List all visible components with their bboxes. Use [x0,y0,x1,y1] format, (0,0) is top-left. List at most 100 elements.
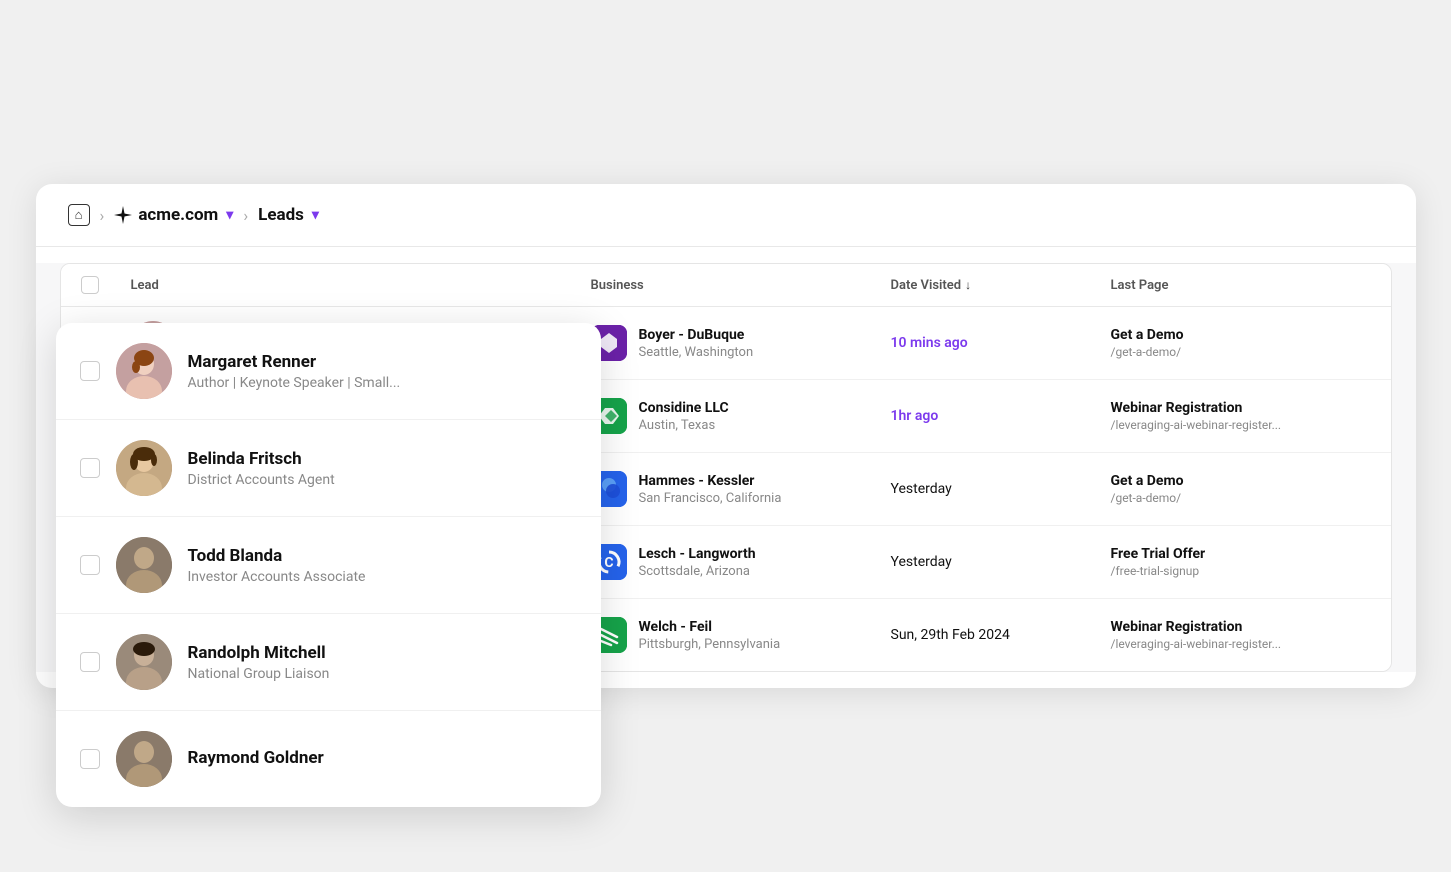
popup-avatar [116,343,172,399]
header-business-label: Business [591,278,644,293]
sort-icon: ↓ [965,278,971,292]
popup-lead-name: Randolph Mitchell [188,643,330,663]
leads-chevron[interactable]: ▾ [312,207,319,223]
popup-lead-info: Todd Blanda Investor Accounts Associate [188,546,366,585]
last-page-cell: Free Trial Offer /free-trial-signup [1111,546,1371,578]
date-visited: Yesterday [891,554,1111,570]
popup-checkbox[interactable] [80,749,100,769]
last-page-cell: Get a Demo /get-a-demo/ [1111,473,1371,505]
popup-lead-title: National Group Liaison [188,666,330,682]
header-last-page: Last Page [1111,276,1371,294]
business-name: Boyer - DuBuque [639,327,754,343]
popup-checkbox[interactable] [80,458,100,478]
popup-avatar-image [116,634,172,690]
header-lead: Lead [131,276,591,294]
date-visited: 10 mins ago [891,335,1111,351]
home-icon[interactable]: ⌂ [68,204,90,226]
select-all-checkbox[interactable] [81,276,99,294]
date-visited: Yesterday [891,481,1111,497]
popup-avatar [116,634,172,690]
popup-lead-name: Raymond Goldner [188,748,324,768]
last-page-title: Free Trial Offer [1111,546,1371,562]
popup-checkbox[interactable] [80,652,100,672]
popup-avatar-image [116,343,172,399]
separator-2: › [243,206,248,225]
business-name: Considine LLC [639,400,729,416]
header-lead-label: Lead [131,278,159,293]
last-page-url: /free-trial-signup [1111,564,1371,578]
brand-label: acme.com [138,205,218,225]
popup-lead-title: Author | Keynote Speaker | Small... [188,375,401,391]
last-page-cell: Get a Demo /get-a-demo/ [1111,327,1371,359]
popup-card: Margaret Renner Author | Keynote Speaker… [56,323,601,807]
popup-lead-name: Margaret Renner [188,352,401,372]
business-name: Hammes - Kessler [639,473,782,489]
popup-lead-info: Raymond Goldner [188,748,324,771]
business-info: Boyer - DuBuque Seattle, Washington [639,327,754,360]
last-page-title: Webinar Registration [1111,619,1371,635]
breadcrumb: ⌂ › acme.com ▾ › Leads ▾ [36,184,1416,247]
popup-avatar-image [116,440,172,496]
brand-breadcrumb[interactable]: acme.com ▾ [114,205,233,225]
business-name: Welch - Feil [639,619,781,635]
separator-1: › [100,206,105,225]
business-location: San Francisco, California [639,491,782,506]
popup-row[interactable]: Todd Blanda Investor Accounts Associate [56,517,601,614]
last-page-cell: Webinar Registration /leveraging-ai-webi… [1111,619,1371,651]
popup-lead-title: Investor Accounts Associate [188,569,366,585]
header-checkbox-cell [81,276,131,294]
business-cell: Considine LLC Austin, Texas [591,398,891,434]
business-cell: Hammes - Kessler San Francisco, Californ… [591,471,891,507]
business-location: Seattle, Washington [639,345,754,360]
last-page-url: /leveraging-ai-webinar-register... [1111,637,1371,651]
popup-lead-title: District Accounts Agent [188,472,335,488]
popup-avatar [116,731,172,787]
popup-lead-info: Margaret Renner Author | Keynote Speaker… [188,352,401,391]
business-cell: Welch - Feil Pittsburgh, Pennsylvania [591,617,891,653]
popup-avatar-image [116,537,172,593]
brand-chevron[interactable]: ▾ [226,207,233,223]
popup-checkbox[interactable] [80,361,100,381]
business-info: Lesch - Langworth Scottsdale, Arizona [639,546,756,579]
popup-avatar-image [116,731,172,787]
header-last-page-label: Last Page [1111,278,1169,293]
main-window: ⌂ › acme.com ▾ › Leads ▾ [36,184,1416,688]
popup-row[interactable]: Randolph Mitchell National Group Liaison [56,614,601,711]
business-info: Hammes - Kessler San Francisco, Californ… [639,473,782,506]
table-header: Lead Business Date Visited ↓ Last Page [61,264,1391,307]
popup-lead-info: Belinda Fritsch District Accounts Agent [188,449,335,488]
business-cell: Boyer - DuBuque Seattle, Washington [591,325,891,361]
business-location: Scottsdale, Arizona [639,564,756,579]
leads-label: Leads [258,205,304,225]
popup-avatar [116,440,172,496]
popup-avatar [116,537,172,593]
business-name: Lesch - Langworth [639,546,756,562]
popup-lead-info: Randolph Mitchell National Group Liaison [188,643,330,682]
leads-breadcrumb[interactable]: Leads ▾ [258,205,319,225]
business-location: Pittsburgh, Pennsylvania [639,637,781,652]
main-area: Lead Business Date Visited ↓ Last Page [36,263,1416,672]
last-page-cell: Webinar Registration /leveraging-ai-webi… [1111,400,1371,432]
popup-row[interactable]: Belinda Fritsch District Accounts Agent [56,420,601,517]
last-page-title: Webinar Registration [1111,400,1371,416]
business-cell: C Lesch - Langworth Scottsdale, Arizona [591,544,891,580]
date-visited: Sun, 29th Feb 2024 [891,627,1111,643]
business-location: Austin, Texas [639,418,729,433]
popup-lead-name: Belinda Fritsch [188,449,335,469]
business-info: Considine LLC Austin, Texas [639,400,729,433]
last-page-title: Get a Demo [1111,327,1371,343]
header-date-visited[interactable]: Date Visited ↓ [891,276,1111,294]
header-business: Business [591,276,891,294]
business-info: Welch - Feil Pittsburgh, Pennsylvania [639,619,781,652]
header-date-label: Date Visited [891,278,962,293]
last-page-url: /get-a-demo/ [1111,345,1371,359]
popup-row[interactable]: Margaret Renner Author | Keynote Speaker… [56,323,601,420]
svg-text:C: C [604,555,613,571]
date-visited: 1hr ago [891,408,1111,424]
popup-lead-name: Todd Blanda [188,546,366,566]
last-page-url: /leveraging-ai-webinar-register... [1111,418,1371,432]
popup-checkbox[interactable] [80,555,100,575]
star-icon [114,206,132,224]
popup-row[interactable]: Raymond Goldner [56,711,601,807]
last-page-title: Get a Demo [1111,473,1371,489]
